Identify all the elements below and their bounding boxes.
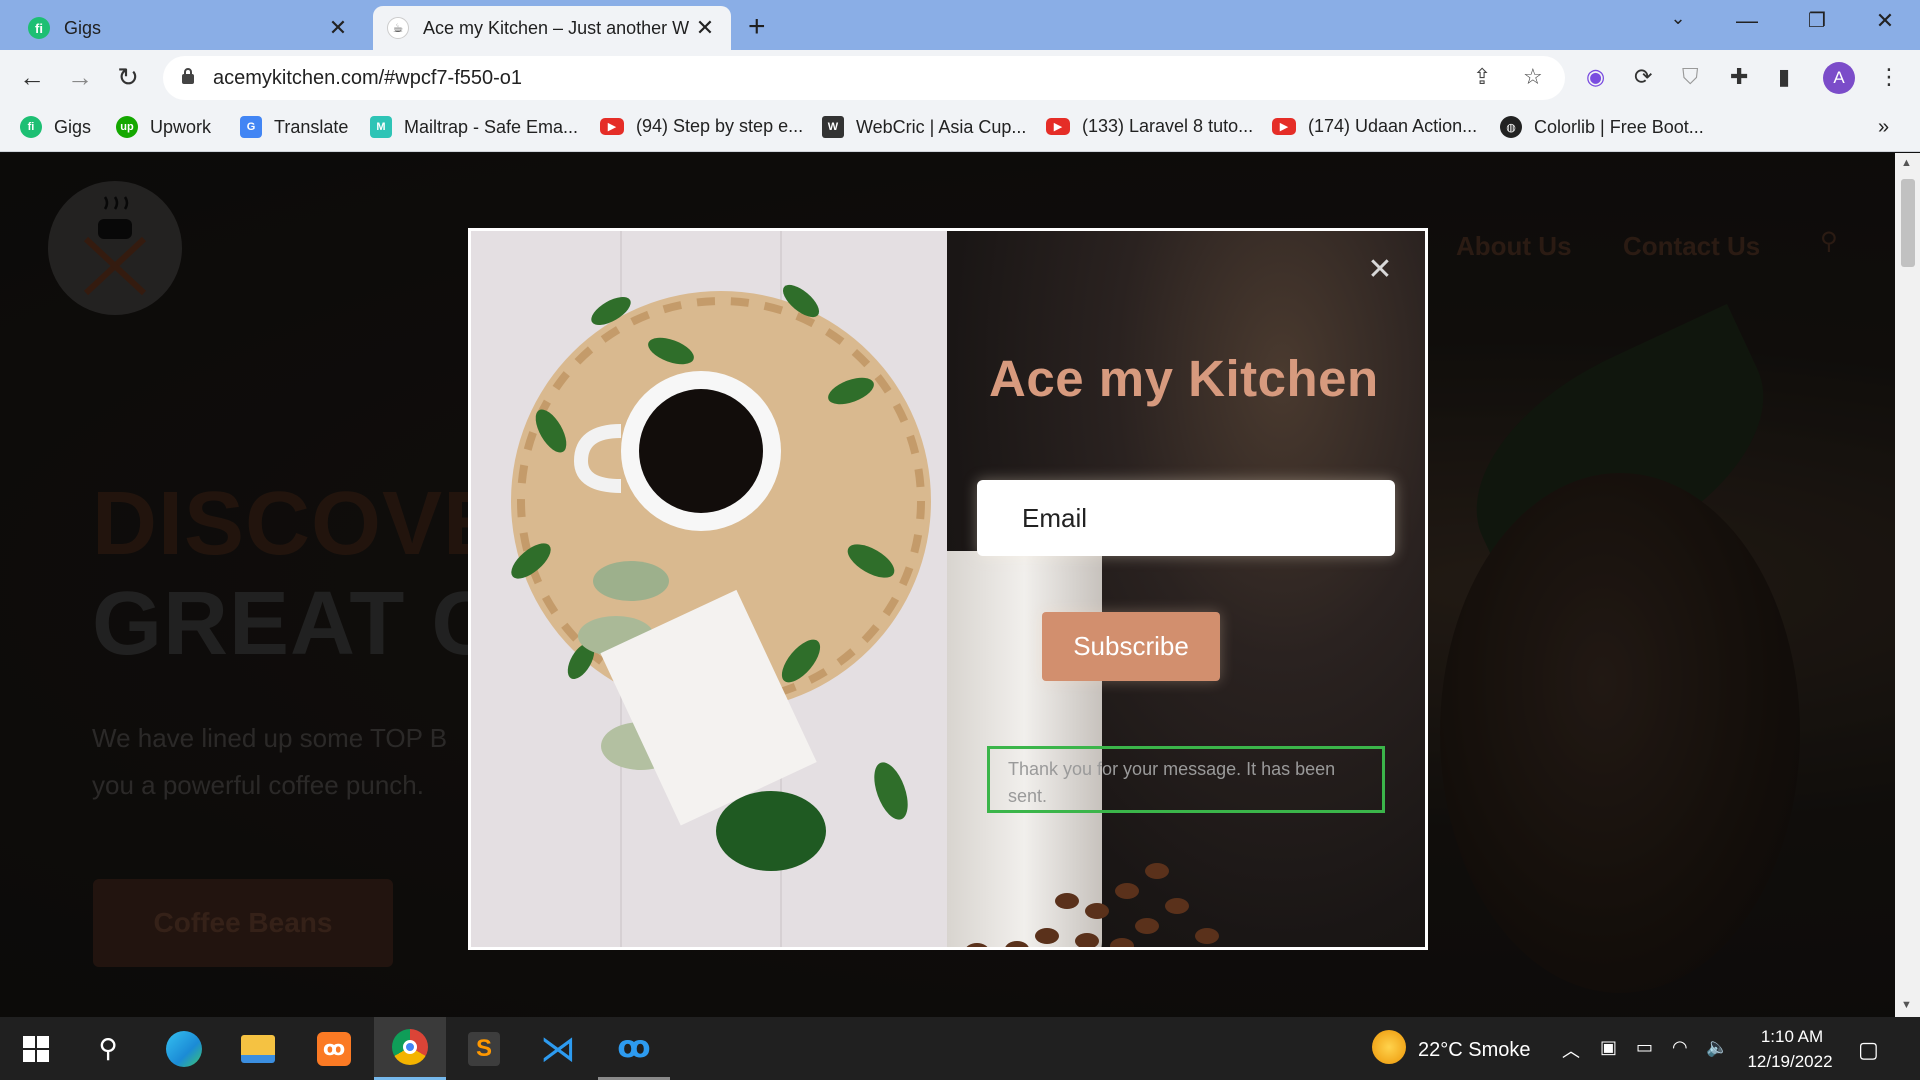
bookmark-colorlib[interactable]: ◍ Colorlib | Free Boot... [1500,116,1704,138]
extensions-puzzle-icon[interactable]: ✚ [1730,64,1748,90]
notifications-icon[interactable]: ▢ [1858,1037,1879,1063]
extension-icon[interactable]: ◉ [1586,64,1605,90]
bookmark-label: Mailtrap - Safe Ema... [404,116,579,137]
battery-icon[interactable]: ▭ [1636,1037,1653,1058]
bookmark-label: WebCric | Asia Cup... [856,116,1027,137]
bookmark-webcric[interactable]: W WebCric | Asia Cup... [822,116,1026,138]
sync-extension-icon[interactable]: ⟳ [1634,64,1652,90]
file-explorer-icon[interactable] [222,1017,294,1080]
forward-button[interactable]: → [62,62,98,93]
shield-extension-icon[interactable]: ⛉ [1682,64,1699,90]
new-tab-button[interactable]: + [748,10,766,44]
tab-title: Gigs [64,17,102,38]
bookmark-upwork[interactable]: up Upwork [116,116,211,138]
bookmark-label: Translate [274,116,349,137]
webcric-icon: W [822,116,844,138]
xampp-control-icon[interactable]: ꝏ [598,1017,670,1080]
search-icon[interactable]: ⚲ [72,1017,144,1080]
subscribe-panel: ✕ Ace my Kitchen Subscribe Thank you for… [947,231,1425,947]
clock-date[interactable]: 12/19/2022 [1740,1052,1840,1072]
bookmark-label: (133) Laravel 8 tuto... [1082,116,1254,136]
bookmark-mailtrap[interactable]: M Mailtrap - Safe Ema... [370,116,578,138]
email-field[interactable] [977,480,1395,556]
tab-ace-my-kitchen[interactable]: ☕ Ace my Kitchen – Just another W ✕ [373,6,731,50]
sublime-text-icon[interactable]: S [448,1017,520,1080]
fiverr-icon: fi [20,116,42,138]
youtube-icon: ▶ [1046,118,1070,135]
upwork-icon: up [116,116,138,138]
tab-gigs[interactable]: fi Gigs ✕ [14,6,364,50]
url-text[interactable]: acemykitchen.com/#wpcf7-f550-o1 [213,67,522,90]
bookmark-youtube-94[interactable]: ▶ (94) Step by step e... [600,116,803,137]
google-translate-icon: G [240,116,262,138]
bookmark-translate[interactable]: G Translate [240,116,348,138]
bookmark-gigs[interactable]: fi Gigs [20,116,91,138]
subscribe-modal: ✕ Ace my Kitchen Subscribe Thank you for… [468,228,1428,950]
tab-strip: fi Gigs ✕ ☕ Ace my Kitchen – Just anothe… [0,0,1920,50]
wifi-icon[interactable]: ◠ [1672,1037,1688,1058]
windows-start-icon [23,1035,49,1062]
bookmark-label: Colorlib | Free Boot... [1534,116,1704,137]
chrome-icon[interactable] [374,1017,446,1080]
profile-avatar[interactable]: A [1823,62,1855,94]
show-hidden-icons-chevron-icon[interactable]: ︿ [1562,1037,1580,1063]
vscode-icon[interactable]: ⋊ [522,1017,594,1080]
mailtrap-icon: M [370,116,392,138]
start-button[interactable] [0,1017,72,1080]
globe-icon: ◍ [1500,116,1522,138]
youtube-icon: ▶ [1272,118,1296,135]
xampp-icon[interactable]: ꝏ [298,1017,370,1080]
bookmark-youtube-133[interactable]: ▶ (133) Laravel 8 tuto... [1046,116,1253,137]
coffee-beans-decoration [966,863,1219,947]
back-button[interactable]: ← [14,62,50,93]
volume-icon[interactable]: 🔈 [1706,1037,1728,1058]
menu-kebab-icon[interactable]: ⋮ [1878,64,1900,90]
youtube-icon: ▶ [600,118,624,135]
weather-text[interactable]: 22°C Smoke [1418,1039,1531,1062]
close-window-button[interactable]: ✕ [1865,8,1905,34]
bookmark-label: (174) Udaan Action... [1308,116,1478,136]
lock-icon[interactable] [181,67,195,85]
share-icon[interactable]: ⇪ [1473,64,1491,90]
scroll-up-arrow-icon[interactable]: ▲ [1901,157,1912,169]
weather-sun-icon[interactable] [1372,1030,1406,1064]
edge-icon[interactable] [148,1017,220,1080]
fiverr-icon: fi [28,17,50,39]
bookmarks-bar: fi Gigs up Upwork G Translate M Mailtrap… [0,106,1920,152]
web-page: About Us Contact Us ⚲ DISCOVE GREAT C We… [0,153,1895,1017]
restore-button[interactable]: ❐ [1797,8,1837,33]
scrollbar-thumb[interactable] [1901,179,1915,267]
close-tab-icon[interactable]: ✕ [326,15,350,41]
tab-search-icon[interactable]: ⌄ [1658,8,1698,29]
bookmark-label: (94) Step by step e... [636,116,804,136]
close-modal-button[interactable]: ✕ [1363,253,1397,287]
page-scrollbar[interactable]: ▲ ▼ [1895,153,1920,1017]
bookmark-youtube-174[interactable]: ▶ (174) Udaan Action... [1272,116,1477,137]
minimize-button[interactable]: — [1727,8,1767,34]
side-panel-icon[interactable]: ▮ [1778,64,1790,90]
close-tab-icon[interactable]: ✕ [693,15,717,41]
coffee-flatlay-image [471,231,947,947]
site-icon: ☕ [387,17,409,39]
windows-taskbar: ⚲ ꝏ S ⋊ ꝏ 22°C Smoke ︿ ▣ ▭ ◠ 🔈 1:10 AM 1… [0,1017,1920,1080]
meet-now-icon[interactable]: ▣ [1600,1037,1617,1058]
address-bar[interactable]: acemykitchen.com/#wpcf7-f550-o1 ⇪ ☆ [163,56,1565,100]
clock-time[interactable]: 1:10 AM [1752,1027,1832,1047]
form-response-message: Thank you for your message. It has been … [987,746,1385,813]
bookmark-label: Upwork [150,116,212,137]
bookmark-label: Gigs [54,116,92,137]
bookmarks-overflow-button[interactable]: » [1878,116,1889,139]
scroll-down-arrow-icon[interactable]: ▼ [1901,999,1912,1011]
tab-title: Ace my Kitchen – Just another W [423,17,690,38]
bookmark-star-icon[interactable]: ☆ [1523,64,1543,90]
reload-button[interactable]: ↻ [110,62,146,93]
coffee-flatlay-illustration [471,231,947,947]
subscribe-button[interactable]: Subscribe [1042,612,1220,681]
modal-title: Ace my Kitchen [989,350,1379,407]
browser-toolbar: ← → ↻ acemykitchen.com/#wpcf7-f550-o1 ⇪ … [0,50,1920,106]
